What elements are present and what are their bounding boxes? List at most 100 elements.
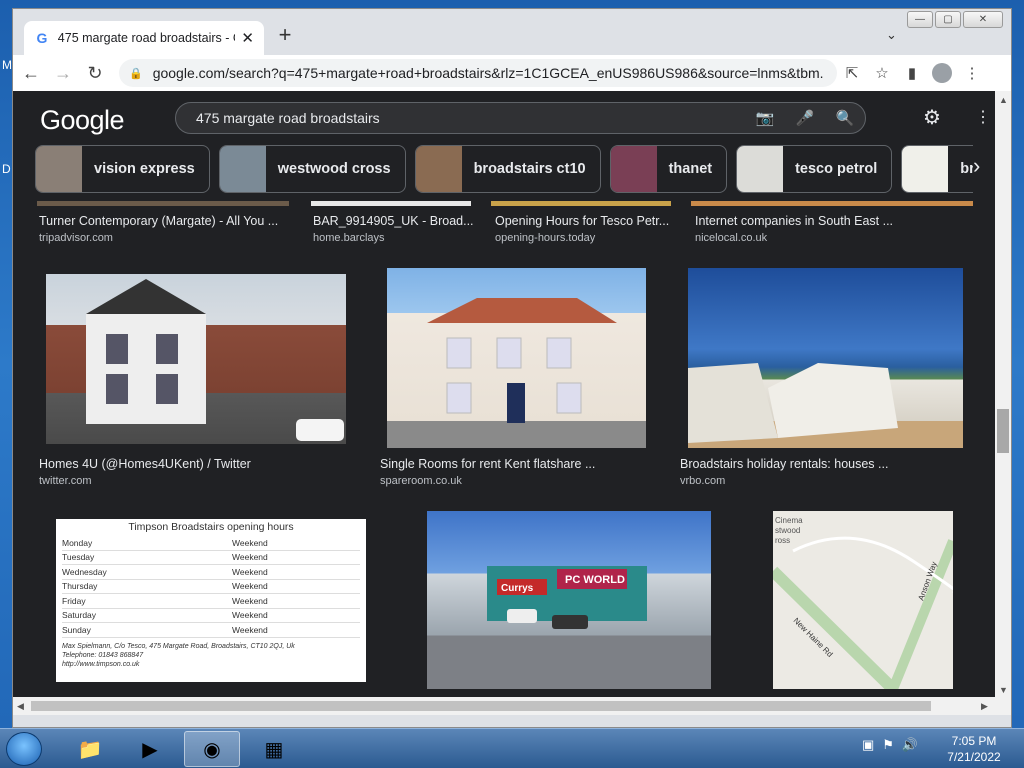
chip-thumbnail (737, 146, 784, 192)
chip-thumbnail (219, 146, 266, 192)
taskbar-clock[interactable]: 7:05 PM 7/21/2022 (940, 733, 1008, 765)
scroll-down-arrow-icon[interactable]: ▼ (999, 685, 1008, 695)
browser-toolbar: ← → ↻ 🔒 google.com/search?q=475+margate+… (13, 55, 1011, 91)
result-title[interactable]: Single Rooms for rent Kent flatshare ... (380, 457, 640, 471)
chrome-taskbar-icon[interactable]: ◉ (184, 731, 240, 767)
search-input[interactable]: 475 margate road broadstairs (196, 110, 745, 126)
tab-google-search[interactable]: G 475 margate road broadstairs - G ✕ (24, 21, 264, 55)
profile-avatar[interactable] (927, 59, 957, 87)
microphone-icon[interactable]: 🎤 (785, 109, 825, 127)
result-source[interactable]: twitter.com (39, 475, 92, 487)
maximize-button[interactable]: ▢ (935, 11, 961, 28)
close-tab-icon[interactable]: ✕ (241, 29, 254, 47)
camera-icon[interactable]: 📷 (745, 109, 785, 127)
result-image[interactable] (311, 201, 471, 206)
chrome-window: G 475 margate road broadstairs - G ✕ + ⌄… (12, 8, 1012, 728)
hours-row: Thursday Weekend (62, 580, 360, 594)
result-title[interactable]: Turner Contemporary (Margate) - All You … (39, 214, 289, 228)
new-tab-button[interactable]: + (275, 23, 295, 47)
result-image[interactable] (37, 201, 289, 206)
tab-title: 475 margate road broadstairs - G (57, 31, 236, 45)
minimize-button[interactable]: — (907, 11, 933, 28)
result-image-timpson-hours[interactable]: Timpson Broadstairs opening hours Monday… (56, 519, 366, 682)
search-box[interactable]: 475 margate road broadstairs 📷 🎤 🔍 (175, 102, 866, 134)
cliff-photo (688, 363, 898, 443)
chip-thanet[interactable]: thanet (609, 145, 728, 193)
settings-gear-icon[interactable]: ⚙ (923, 105, 941, 130)
reload-button[interactable]: ↻ (81, 59, 109, 87)
house-photo (427, 298, 617, 423)
result-source[interactable]: tripadvisor.com (39, 232, 113, 244)
result-source[interactable]: nicelocal.co.uk (695, 232, 767, 244)
scroll-right-arrow-icon[interactable]: ▶ (981, 701, 988, 712)
forward-button[interactable]: → (49, 59, 77, 87)
timpson-address: Max Spielmann, C/o Tesco, 475 Margate Ro… (62, 642, 295, 668)
chip-label: vision express (94, 161, 195, 177)
result-title[interactable]: BAR_9914905_UK - Broad... (313, 214, 473, 228)
tab-strip: G 475 margate road broadstairs - G ✕ + ⌄… (13, 9, 1011, 55)
vertical-scrollbar-thumb[interactable] (997, 409, 1009, 453)
horizontal-scrollbar-thumb[interactable] (31, 701, 931, 711)
result-image[interactable] (46, 274, 346, 444)
tab-search-icon[interactable]: ⌄ (886, 27, 897, 43)
bookmark-star-icon[interactable]: ☆ (867, 59, 897, 87)
result-image[interactable]: PC WORLD Currys (427, 511, 711, 689)
result-source[interactable]: home.barclays (313, 232, 385, 244)
chip-label: thanet (668, 161, 713, 177)
chip-tesco-petrol[interactable]: tesco petrol (736, 145, 893, 193)
map-thumbnail: Cinema stwood ross New Haine Rd Anson Wa… (773, 516, 953, 689)
chip-broadstairs-ct10[interactable]: broadstairs ct10 (414, 145, 601, 193)
result-image[interactable] (691, 201, 973, 206)
chip-label: westwood cross (277, 161, 391, 177)
chip-label: broadstairs ct10 (473, 161, 586, 177)
map-label: stwood (775, 526, 800, 535)
hours-row: Wednesday Weekend (62, 565, 360, 580)
result-title[interactable]: Internet companies in South East ... (695, 214, 965, 228)
result-title[interactable]: Broadstairs holiday rentals: houses ... (680, 457, 960, 471)
start-button[interactable] (6, 732, 42, 766)
google-favicon-icon: G (36, 30, 48, 46)
chips-next-arrow-icon[interactable]: › (973, 153, 980, 179)
url-text[interactable]: google.com/search?q=475+margate+road+bro… (153, 65, 823, 81)
chip-thumbnail (902, 146, 949, 192)
house-photo (86, 279, 344, 441)
chip-label: tesco petrol (795, 161, 878, 177)
shop-sign-currys: Currys (501, 583, 534, 594)
google-apps-icon[interactable]: ⋮⋮⋮ (975, 107, 995, 127)
result-source[interactable]: spareroom.co.uk (380, 475, 462, 487)
result-image-map[interactable]: Cinema stwood ross New Haine Rd Anson Wa… (773, 511, 953, 689)
chip-vision-express[interactable]: vision express (35, 145, 210, 193)
back-button[interactable]: ← (17, 59, 45, 87)
explorer-taskbar-icon[interactable]: 📁 (62, 731, 118, 767)
result-image[interactable] (688, 268, 963, 448)
scroll-up-arrow-icon[interactable]: ▲ (999, 95, 1008, 105)
chip-bro[interactable]: bro (901, 145, 973, 193)
side-panel-icon[interactable]: ▮ (897, 59, 927, 87)
share-icon[interactable]: ⇱ (837, 59, 867, 87)
lock-icon[interactable]: 🔒 (129, 67, 143, 80)
close-window-button[interactable]: ✕ (963, 11, 1003, 28)
chrome-menu-icon[interactable]: ⋮ (957, 59, 987, 87)
address-bar[interactable]: 🔒 google.com/search?q=475+margate+road+b… (119, 59, 837, 87)
result-title[interactable]: Opening Hours for Tesco Petr... (495, 214, 675, 228)
chip-thumbnail (610, 146, 657, 192)
shopping-centre-photo: PC WORLD Currys (487, 566, 647, 629)
result-source[interactable]: opening-hours.today (495, 232, 595, 244)
media-player-taskbar-icon[interactable]: ▶ (122, 731, 178, 767)
vertical-scrollbar[interactable] (995, 91, 1011, 697)
search-icon[interactable]: 🔍 (825, 109, 865, 127)
google-logo[interactable]: Google (40, 105, 125, 136)
result-image[interactable] (491, 201, 671, 206)
control-panel-taskbar-icon[interactable]: ▦ (246, 731, 302, 767)
timpson-heading: Timpson Broadstairs opening hours (128, 521, 294, 533)
hours-row: Saturday Weekend (62, 609, 360, 623)
google-images-page: Google 475 margate road broadstairs 📷 🎤 … (13, 91, 995, 697)
system-tray-icons[interactable]: ▣⚑🔊 (862, 737, 926, 753)
result-source[interactable]: vrbo.com (680, 475, 725, 487)
hours-row: Tuesday Weekend (62, 551, 360, 565)
scroll-left-arrow-icon[interactable]: ◀ (17, 701, 24, 712)
result-title[interactable]: Homes 4U (@Homes4UKent) / Twitter (39, 457, 339, 471)
chip-thumbnail (36, 146, 82, 192)
result-image[interactable] (387, 268, 646, 448)
chip-westwood-cross[interactable]: westwood cross (218, 145, 406, 193)
